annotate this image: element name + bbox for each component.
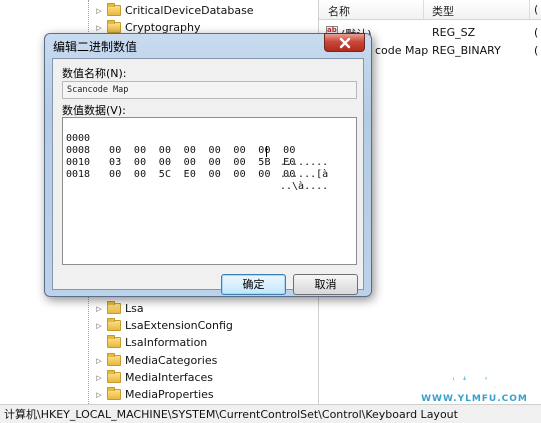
hex-row: 0018 [66, 157, 114, 180]
tree-item-label: LsaExtensionConfig [125, 319, 233, 332]
close-icon [339, 37, 350, 48]
tree-item-criticaldevicedatabase[interactable]: ▷ CriticalDeviceDatabase [94, 2, 254, 19]
values-list-header: 名称 类型 ( [319, 0, 541, 20]
tree-item-mediacategories[interactable]: ▷ MediaCategories [94, 352, 217, 369]
folder-icon [107, 370, 121, 383]
no-children-spacer: ▷ [94, 339, 104, 347]
tree-item-lsainformation[interactable]: ▷ LsaInformation [94, 334, 207, 351]
expand-arrow-icon[interactable]: ▷ [94, 322, 104, 330]
expand-arrow-icon[interactable]: ▷ [94, 24, 104, 32]
dialog-title: 编辑二进制数值 [53, 40, 138, 54]
tree-item-label: MediaProperties [125, 388, 214, 401]
expand-arrow-icon[interactable]: ▷ [94, 391, 104, 399]
folder-icon [107, 20, 121, 33]
tree-item-lsaextensionconfig[interactable]: ▷ LsaExtensionConfig [94, 317, 233, 334]
folder-icon [107, 387, 121, 400]
close-button[interactable] [324, 33, 365, 52]
folder-icon [107, 3, 121, 16]
text-caret [266, 146, 267, 157]
watermark-title: 雨林木风 [420, 368, 529, 397]
value-type: REG_BINARY [432, 44, 501, 57]
folder-icon [107, 353, 121, 366]
tree-item-mediaproperties[interactable]: ▷ MediaProperties [94, 386, 214, 403]
folder-icon [107, 318, 121, 331]
hex-bytes: 00 00 5C E0 00 00 00 00 [109, 169, 296, 180]
column-header-data[interactable]: ( [534, 3, 538, 16]
hex-row: 0000 00 00 00 00 00 00 00 00 ........ [66, 121, 328, 168]
column-header-name[interactable]: 名称 [328, 3, 350, 19]
value-name: code Map [375, 44, 429, 57]
hex-offset: 0018 [66, 169, 91, 180]
hex-bytes: 03 00 00 00 00 00 5B E0 [109, 157, 296, 168]
hex-bytes: 00 00 00 00 00 00 00 00 [109, 145, 296, 156]
tree-item-label: Lsa [125, 302, 144, 315]
edit-binary-value-dialog: 编辑二进制数值 数值名称(N): Scancode Map 数值数据(V): 0… [44, 33, 372, 297]
watermark-logo: 雨林木风 WWW.YLMFU.COM [412, 362, 537, 412]
tree-item-mediainterfaces[interactable]: ▷ MediaInterfaces [94, 369, 213, 386]
hex-row: 0010 00 00 5C E0 00 00 00 00 ..\à.... [66, 145, 328, 192]
column-header-type[interactable]: 类型 [432, 3, 454, 19]
expand-arrow-icon[interactable]: ▷ [94, 374, 104, 382]
hex-row: 0008 03 00 00 00 00 00 5B E0 ......[à [66, 133, 328, 180]
dialog-body: 数值名称(N): Scancode Map 数值数据(V): 0000 00 0… [52, 58, 364, 295]
value-data-label: 数值数据(V): [62, 104, 126, 117]
hex-data-editor[interactable]: 0000 00 00 00 00 00 00 00 00 ........ 00… [62, 117, 357, 265]
folder-icon [107, 301, 121, 314]
value-type: REG_SZ [432, 26, 476, 39]
column-separator[interactable] [423, 0, 424, 19]
hex-ascii: ..\à.... [280, 181, 329, 192]
folder-icon [107, 335, 121, 348]
column-separator[interactable] [529, 0, 530, 19]
expand-arrow-icon[interactable]: ▷ [94, 357, 104, 365]
expand-arrow-icon[interactable]: ▷ [94, 305, 104, 313]
value-name-field: Scancode Map [62, 81, 357, 99]
tree-item-label: MediaCategories [125, 354, 218, 367]
watermark-url: WWW.YLMFU.COM [421, 394, 528, 404]
tree-item-lsa[interactable]: ▷ Lsa [94, 300, 144, 317]
expand-arrow-icon[interactable]: ▷ [94, 7, 104, 15]
tree-item-label: CriticalDeviceDatabase [125, 4, 254, 17]
ok-button[interactable]: 确定 [221, 274, 286, 295]
value-data: ( [534, 44, 539, 57]
cancel-button[interactable]: 取消 [293, 274, 358, 295]
tree-item-label: MediaInterfaces [125, 371, 214, 384]
value-data: ( [534, 26, 539, 39]
tree-item-label: LsaInformation [125, 336, 208, 349]
value-name-label: 数值名称(N): [62, 67, 127, 80]
